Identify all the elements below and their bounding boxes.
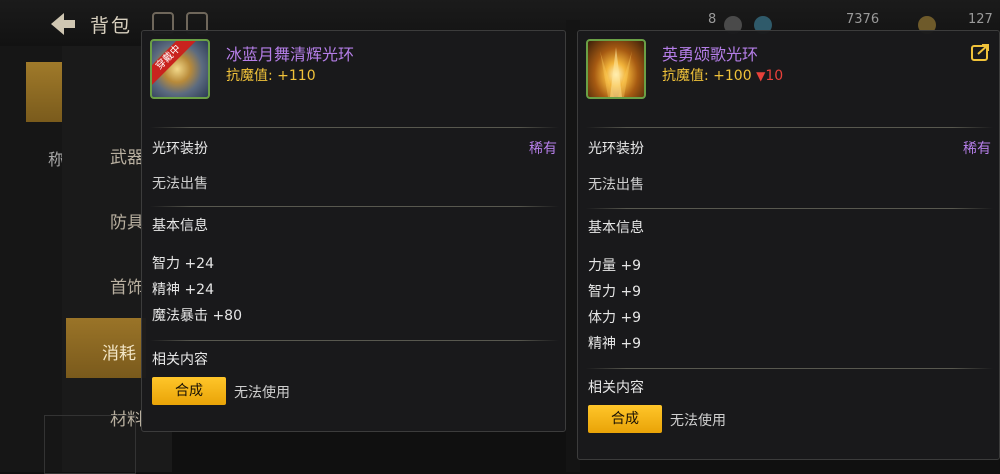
basic-info-title: 基本信息 bbox=[588, 220, 644, 236]
item-type: 光环装扮 bbox=[588, 141, 644, 157]
sidebar-selected-tab[interactable] bbox=[26, 62, 62, 122]
currency-2-value: 7376 bbox=[846, 12, 880, 27]
item-stat: 抗魔值: +100 ▼10 bbox=[662, 65, 783, 85]
currency-3-value: 127 bbox=[968, 12, 993, 27]
attribute-row: 体力 +9 bbox=[588, 310, 642, 326]
sell-status: 无法出售 bbox=[152, 176, 208, 192]
bag-title: 背包 bbox=[90, 15, 133, 37]
category-accessory[interactable]: 首饰 bbox=[110, 273, 144, 298]
item-name: 英勇颂歌光环 bbox=[662, 45, 759, 64]
category-weapon[interactable]: 武器 bbox=[110, 143, 144, 168]
attribute-row: 魔法暴击 +80 bbox=[152, 308, 242, 324]
stat-value: +100 bbox=[713, 68, 752, 84]
item-rarity: 稀有 bbox=[529, 141, 557, 157]
category-consumable[interactable]: 消耗 bbox=[102, 339, 136, 364]
aura-item-icon: 穿戴中 bbox=[150, 39, 210, 99]
divider bbox=[586, 127, 993, 128]
attribute-row: 精神 +24 bbox=[152, 282, 214, 298]
attribute-row: 精神 +9 bbox=[588, 336, 642, 352]
divider bbox=[150, 340, 559, 341]
share-icon[interactable] bbox=[971, 43, 991, 61]
divider bbox=[586, 208, 993, 209]
related-content-title: 相关内容 bbox=[588, 380, 644, 396]
use-status: 无法使用 bbox=[234, 385, 290, 401]
stat-value: +110 bbox=[277, 68, 316, 84]
compare-item-tooltip: 英勇颂歌光环 抗魔值: +100 ▼10 光环装扮 稀有 无法出售 基本信息 力… bbox=[577, 30, 1000, 460]
divider bbox=[150, 206, 559, 207]
synthesize-button[interactable]: 合成 bbox=[588, 405, 662, 433]
currency-1-value: 8 bbox=[708, 12, 717, 27]
sell-status: 无法出售 bbox=[588, 177, 644, 193]
stat-difference: 10 bbox=[765, 68, 784, 84]
item-rarity: 稀有 bbox=[963, 141, 991, 157]
equipped-badge: 穿戴中 bbox=[152, 41, 196, 85]
stat-label: 抗魔值: bbox=[662, 68, 709, 84]
synthesize-button[interactable]: 合成 bbox=[152, 377, 226, 405]
stat-decrease-arrow-icon: ▼ bbox=[756, 69, 766, 83]
divider bbox=[586, 368, 993, 369]
attribute-row: 智力 +9 bbox=[588, 284, 642, 300]
category-armor[interactable]: 防具 bbox=[110, 208, 144, 233]
item-type: 光环装扮 bbox=[152, 141, 208, 157]
related-content-title: 相关内容 bbox=[152, 352, 208, 368]
item-slot[interactable] bbox=[44, 415, 136, 474]
attribute-row: 力量 +9 bbox=[588, 258, 642, 274]
attribute-row: 智力 +24 bbox=[152, 256, 214, 272]
divider bbox=[150, 127, 559, 128]
aura-item-icon bbox=[586, 39, 646, 99]
item-name: 冰蓝月舞清辉光环 bbox=[226, 45, 355, 64]
item-stat: 抗魔值: +110 bbox=[226, 65, 316, 85]
back-arrow-icon[interactable] bbox=[46, 10, 78, 38]
equipped-item-tooltip: 穿戴中 冰蓝月舞清辉光环 抗魔值: +110 光环装扮 稀有 无法出售 基本信息… bbox=[141, 30, 566, 432]
basic-info-title: 基本信息 bbox=[152, 218, 208, 234]
stat-label: 抗魔值: bbox=[226, 68, 273, 84]
use-status: 无法使用 bbox=[670, 413, 726, 429]
